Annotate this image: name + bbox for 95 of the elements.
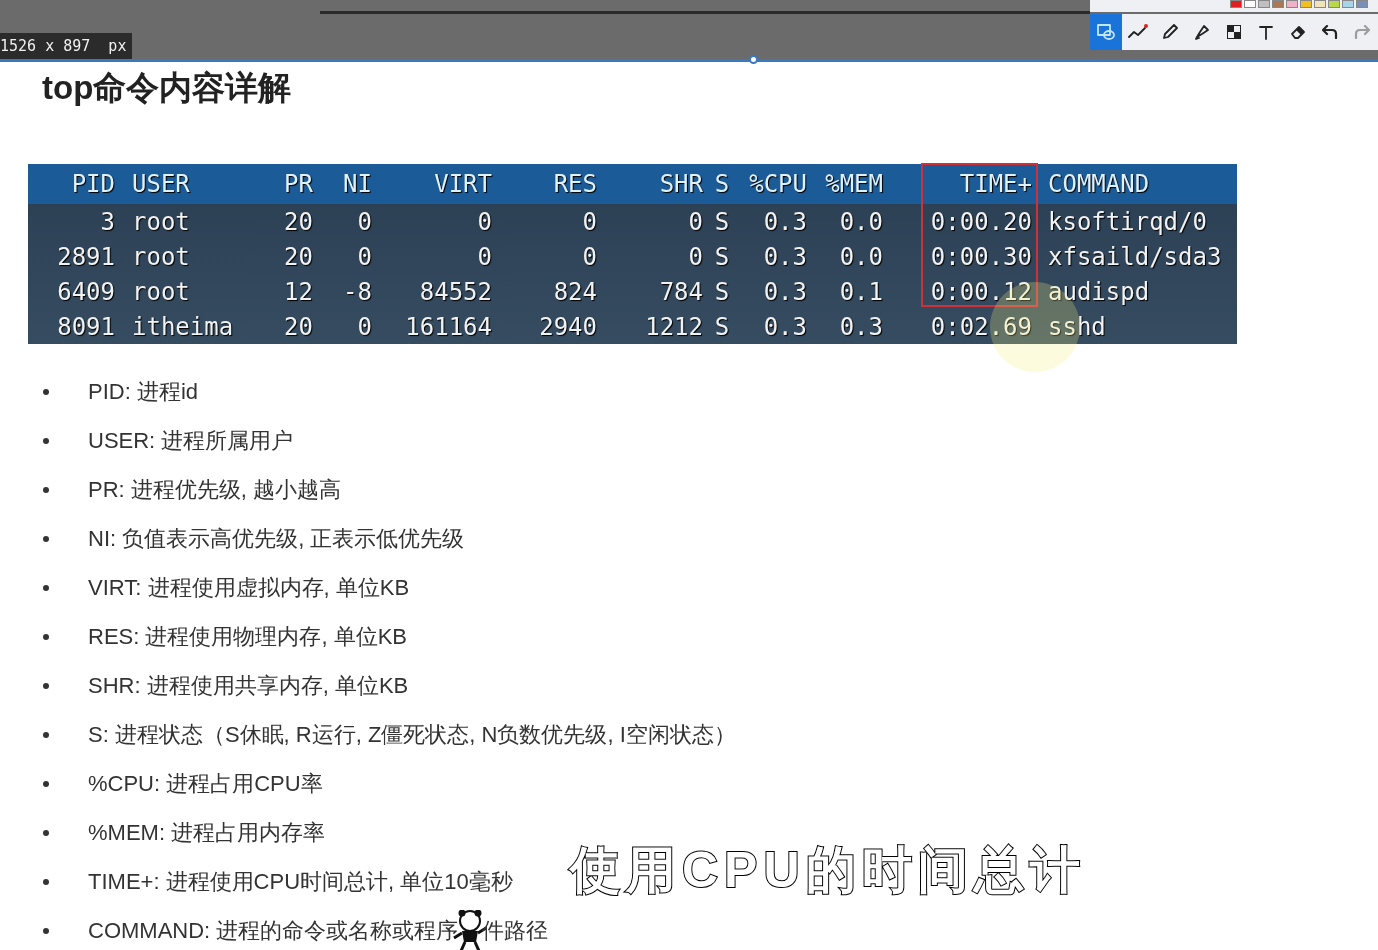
table-cell-text: S	[713, 311, 731, 343]
table-cell-text: 84552	[418, 276, 493, 308]
table-cell-text: 20	[283, 206, 314, 238]
table-cell-text: itheima	[131, 311, 235, 343]
column-header: USER	[131, 169, 191, 200]
table-cell-text: 0.0	[838, 241, 884, 273]
point-text: PID: 进程id	[88, 378, 199, 406]
shapes-icon	[1097, 24, 1115, 40]
table-cell-text: 0	[581, 206, 598, 238]
marker-icon	[1194, 24, 1210, 40]
point-text: %CPU: 进程占用CPU率	[88, 770, 323, 798]
table-cell-text: 12	[283, 276, 314, 308]
table-cell-text: 20	[283, 241, 314, 273]
table-cell-text: 20	[283, 311, 314, 343]
table-cell-text: 0.1	[838, 276, 884, 308]
mosaic-icon	[1227, 25, 1241, 39]
table-cell-text: 0:00.12	[929, 276, 1033, 308]
table-cell-text: S	[713, 276, 731, 308]
color-swatch[interactable]	[1342, 0, 1354, 8]
pencil-icon	[1162, 24, 1178, 40]
table-cell-text: 0.3	[838, 311, 884, 343]
size-label: 1526 x 897 px	[0, 33, 133, 59]
column-header: %CPU	[748, 169, 808, 200]
color-swatch[interactable]	[1314, 0, 1326, 8]
color-swatch[interactable]	[1244, 0, 1256, 8]
table-cell-text: -8	[342, 276, 373, 308]
point-text: SHR: 进程使用共享内存, 单位KB	[88, 672, 409, 700]
text-tool-icon	[1259, 24, 1273, 40]
table-cell-text: 784	[658, 276, 704, 308]
color-swatch[interactable]	[1230, 0, 1242, 8]
table-cell-text: 1212	[644, 311, 704, 343]
color-swatch[interactable]	[1258, 0, 1270, 8]
point-text: %MEM: 进程占用内存率	[88, 819, 326, 847]
table-cell-text: 0	[581, 241, 598, 273]
redo-icon	[1354, 25, 1370, 39]
table-cell-text: 3	[99, 206, 116, 238]
table-cell-text: root	[131, 206, 191, 238]
column-header: RES	[552, 169, 598, 200]
table-cell-text: 6409	[56, 276, 116, 308]
color-swatch[interactable]	[1272, 0, 1284, 8]
column-header: TIME+	[958, 169, 1033, 200]
table-cell-text: 0.0	[838, 206, 884, 238]
column-header: S	[713, 169, 731, 200]
table-cell-text: 0.3	[762, 311, 808, 343]
column-header: SHR	[658, 169, 704, 200]
undo-icon	[1322, 25, 1338, 39]
table-cell-text: 0	[356, 206, 373, 238]
table-cell-text: 161164	[404, 311, 493, 343]
column-header: PID	[70, 169, 116, 200]
column-header: VIRT	[433, 169, 493, 200]
color-swatch[interactable]	[1300, 0, 1312, 8]
table-cell-text: ksoftirqd/0	[1047, 206, 1208, 238]
table-cell-text: 0.3	[762, 276, 808, 308]
table-cell-text: S	[713, 241, 731, 273]
polyline-icon	[1128, 24, 1148, 40]
table-cell-text: audispd	[1047, 276, 1151, 308]
table-cell-text: root	[131, 241, 191, 273]
table-cell-text: 0	[687, 206, 704, 238]
point-text: COMMAND: 进程的命令或名称或程序	[88, 917, 459, 945]
table-cell-text: 824	[552, 276, 598, 308]
color-swatch[interactable]	[1328, 0, 1340, 8]
eraser-icon	[1290, 25, 1306, 39]
table-cell-text: xfsaild/sda3	[1047, 241, 1223, 273]
table-cell-text: 0	[356, 311, 373, 343]
table-cell-text: 0.3	[762, 206, 808, 238]
slide-title: top命令内容详解	[42, 68, 293, 108]
column-header: %MEM	[824, 169, 884, 200]
table-cell-text: 2940	[538, 311, 598, 343]
table-cell-text: 2891	[56, 241, 116, 273]
table-cell-text: sshd	[1047, 311, 1107, 343]
point-text: 件路径	[482, 917, 549, 945]
column-header: NI	[342, 169, 373, 200]
point-text: VIRT: 进程使用虚拟内存, 单位KB	[88, 574, 410, 602]
table-cell-text: S	[713, 206, 731, 238]
point-text: RES: 进程使用物理内存, 单位KB	[88, 623, 408, 651]
table-cell-text: 8091	[56, 311, 116, 343]
table-cell-text: 0:00.30	[929, 241, 1033, 273]
point-text: TIME+: 进程使用CPU时间总计, 单位10毫秒	[88, 868, 513, 896]
color-swatch[interactable]	[1286, 0, 1298, 8]
column-header: COMMAND	[1047, 169, 1151, 200]
point-text: S: 进程状态（S休眠, R运行, Z僵死状态, N负数优先级, I空闲状态）	[88, 721, 736, 749]
column-header: PR	[283, 169, 314, 200]
color-swatch[interactable]	[1356, 0, 1368, 8]
table-cell-text: 0	[687, 241, 704, 273]
table-cell-text: 0.3	[762, 241, 808, 273]
point-text: NI: 负值表示高优先级, 正表示低优先级	[88, 525, 465, 553]
table-cell-text: root	[131, 276, 191, 308]
table-cell-text: 0:02.69	[929, 311, 1033, 343]
resize-handle[interactable]	[749, 55, 758, 64]
table-cell-text: 0:00.20	[929, 206, 1033, 238]
table-cell-text: 0	[356, 241, 373, 273]
point-text: PR: 进程优先级, 越小越高	[88, 476, 341, 504]
table-cell-text: 0	[476, 241, 493, 273]
point-text: USER: 进程所属用户	[88, 427, 294, 455]
table-cell-text: 0	[476, 206, 493, 238]
